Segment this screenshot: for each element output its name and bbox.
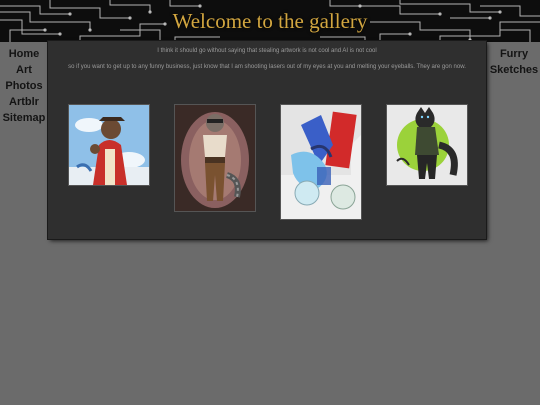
gallery-thumb-4[interactable] [386,104,468,186]
gallery-thumb-2[interactable] [174,104,256,212]
nav-link-sitemap[interactable]: Sitemap [3,110,46,126]
black-wolf-artwork [387,105,467,185]
nav-link-photos[interactable]: Photos [5,78,42,94]
gallery-thumb-1[interactable] [68,104,150,186]
site-header: Welcome to the gallery [0,0,540,42]
left-navigation: Home Art Photos Artblr Sitemap [0,46,48,126]
blue-fox-dragon-artwork [281,105,361,219]
nav-link-sketches[interactable]: Sketches [490,62,538,78]
right-navigation: Furry Sketches [488,46,540,78]
gallery-thumb-3[interactable] [280,104,362,220]
gallery-panel: I think it should go without saying that… [48,41,486,239]
nav-link-home[interactable]: Home [9,46,40,62]
steampunk-raccoon-artwork [175,105,255,211]
nav-link-artblr[interactable]: Artblr [9,94,39,110]
pirate-bear-artwork [69,105,149,185]
nav-link-furry[interactable]: Furry [500,46,528,62]
site-title: Welcome to the gallery [172,9,368,33]
notice-warning: so if you want to get up to any funny bu… [68,64,466,70]
nav-link-art[interactable]: Art [16,62,32,78]
notice-ai: I think it should go without saying that… [157,48,377,54]
